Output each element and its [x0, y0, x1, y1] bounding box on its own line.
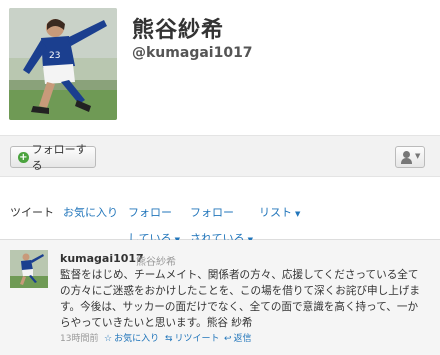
tweet-text-line: す。今後は、サッカーの面だけでなく、全ての面で意識を高く持って、一か: [60, 301, 419, 313]
tweet-username[interactable]: kumagai1017: [60, 252, 144, 265]
follow-button-label: フォローする: [31, 143, 87, 172]
screen-name: @kumagai1017: [132, 45, 253, 61]
reply-action[interactable]: ↩ 返信: [224, 331, 252, 344]
tab-favorites-label: お気に入り: [63, 206, 118, 219]
reply-label: 返信: [233, 334, 252, 344]
tweet-text: 監督をはじめ、チームメイト、関係者の方々、応援してくださっている全て の方々にご…: [60, 267, 432, 331]
tweet-text-line: の方々にご迷惑をおかけしたことを、この場を借りて深くお詫び申し上げま: [60, 285, 420, 297]
tab-tweets[interactable]: ツイート: [10, 204, 54, 220]
display-name: 熊谷紗希: [132, 18, 225, 43]
chevron-down-icon: ▼: [415, 152, 421, 160]
tweet: kumagai1017 熊谷紗希 監督をはじめ、チームメイト、関係者の方々、応援…: [0, 240, 440, 355]
action-bar: + フォローする ▼: [0, 135, 440, 177]
tab-favorites[interactable]: お気に入り: [63, 204, 118, 220]
person-menu-button[interactable]: ▼: [395, 146, 425, 168]
person-icon-body: [401, 158, 412, 164]
plus-icon: +: [18, 151, 29, 163]
tweet-avatar[interactable]: [10, 250, 48, 288]
retweet-label: リツイート: [174, 334, 220, 344]
retweet-icon: ⇆: [165, 334, 173, 344]
tab-tweets-label: ツイート: [10, 206, 54, 219]
tweet-fullname: 熊谷紗希: [136, 257, 176, 268]
chevron-down-icon: ▼: [295, 210, 301, 218]
follow-button[interactable]: + フォローする: [10, 143, 96, 172]
tweet-text-line: 監督をはじめ、チームメイト、関係者の方々、応援してくださっている全て: [60, 269, 419, 281]
tab-followers-line1: フォロー: [190, 206, 234, 219]
retweet-action[interactable]: ⇆ リツイート: [165, 331, 220, 344]
tab-lists-label: リスト: [259, 206, 292, 219]
profile-header: 23 熊谷紗希 @kumagai1017: [0, 0, 440, 140]
tweet-timestamp[interactable]: 13時間前: [60, 331, 98, 344]
person-icon: [403, 151, 410, 158]
reply-icon: ↩: [224, 334, 232, 344]
profile-avatar[interactable]: 23: [9, 8, 117, 120]
svg-text:23: 23: [49, 51, 60, 61]
tab-following-line1: フォロー: [128, 206, 172, 219]
star-icon: ☆: [104, 334, 113, 344]
tweet-text-line: らやっていきたいと思います。熊谷 紗希: [60, 317, 253, 329]
tab-lists[interactable]: リスト ▼: [259, 204, 300, 220]
favorite-action[interactable]: ☆ お気に入り: [104, 331, 159, 344]
favorite-label: お気に入り: [114, 334, 160, 344]
profile-tabs: ツイート お気に入り フォロー している▼ フォロー されている▼ リスト▼: [0, 196, 440, 245]
